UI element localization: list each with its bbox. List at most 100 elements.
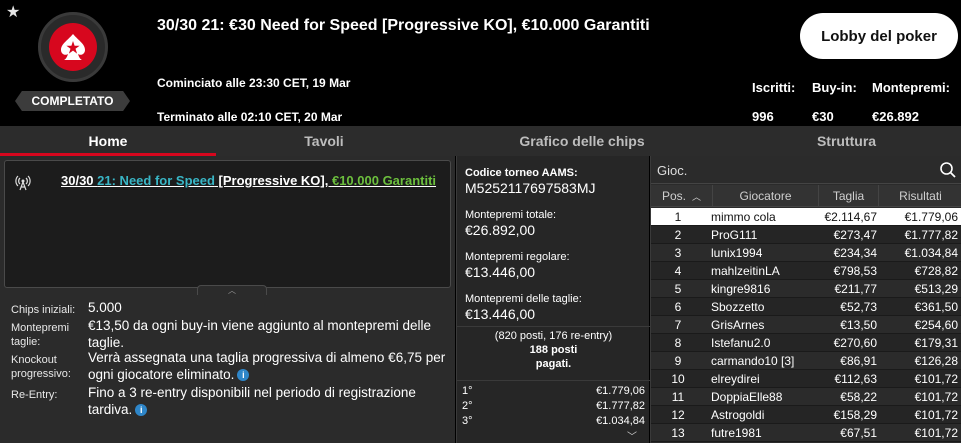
home-info-panel: 30/30 21: Need for Speed [Progressive KO… [0,156,455,443]
cell-bounty: €58,22 [840,390,877,404]
table-row[interactable]: 12 Astrogoldi €158,29 €101,72 [651,406,961,424]
cell-position: 2 [674,228,682,242]
cell-player: mahlzeitinLA [711,264,780,278]
collapse-handle[interactable]: ︿ [197,285,267,295]
cell-bounty: €211,77 [834,282,878,296]
prize-panel: Codice torneo AAMS: M5252117697583MJ Mon… [456,156,650,443]
places-paid: (820 posti, 176 re-entry) 188 posti paga… [494,330,613,370]
payout-row: 1° €1.779,06 [462,385,645,397]
favorite-star-icon[interactable]: ★ [6,5,20,21]
cell-player: mimmo cola [711,210,776,224]
cell-position: 12 [671,408,685,422]
table-row[interactable]: 2 ProG111 €273,47 €1.777,82 [651,226,961,244]
chevron-up-icon: ︿ [228,285,236,295]
cell-result: €1.777,82 [904,228,958,242]
table-row[interactable]: 6 Sbozzetto €52,73 €361,50 [651,298,961,316]
cell-bounty: €86,91 [840,354,877,368]
cell-player: GrisArnes [711,318,765,332]
spade-star-icon [61,34,85,60]
total-prize-value: €26.892,00 [465,222,536,238]
regular-prize-value: €13.446,00 [465,264,536,280]
table-row[interactable]: 13 futre1981 €67,51 €101,72 [651,424,961,442]
buyin-label: Buy-in: [812,80,857,95]
players-panel: Pos.︿ Giocatore Taglia Risultati 1 mimmo … [650,156,961,443]
tab-structure[interactable]: Struttura [732,126,961,156]
bounty-value: €13,50 da ogni buy-in viene aggiunto al … [88,318,431,350]
lobby-button[interactable]: Lobby del poker [800,13,958,59]
cell-position: 5 [674,282,682,296]
total-prize-label: Montepremi totale: [465,209,557,221]
pokerstars-logo [38,12,108,82]
cell-position: 11 [671,390,685,404]
table-row[interactable]: 8 Istefanu2.0 €270,60 €179,31 [651,334,961,352]
chevron-down-icon[interactable]: ﹀ [627,428,637,443]
table-row[interactable]: 11 DoppiaElle88 €58,22 €101,72 [651,388,961,406]
table-row[interactable]: 5 kingre9816 €211,77 €513,29 [651,280,961,298]
tab-tables[interactable]: Tavoli [216,126,432,156]
cell-position: 1 [674,210,682,224]
cell-position: 8 [674,336,682,350]
cell-position: 3 [674,246,682,260]
start-time: Cominciato alle 23:30 CET, 19 Mar [157,76,351,90]
cell-player: futre1981 [711,426,762,440]
aams-code-label: Codice torneo AAMS: [465,167,578,179]
cell-result: €254,60 [914,318,958,332]
tournament-header: ★ COMPLETATO 30/30 21: €30 Need for Spee… [0,0,961,126]
status-badge: COMPLETATO [15,91,130,111]
bounty-prize-value: €13.446,00 [465,306,536,322]
aams-code-value: M5252117697583MJ [465,180,596,196]
table-row[interactable]: 3 lunix1994 €234,34 €1.034,84 [651,244,961,262]
cell-player: Sbozzetto [711,300,765,314]
chips-label: Chips iniziali: [11,304,76,316]
cell-player: kingre9816 [711,282,771,296]
cell-result: €179,31 [914,336,958,350]
cell-result: €101,72 [914,408,958,422]
table-row[interactable]: 1 mimmo cola €2.114,67 €1.779,06 [651,208,961,226]
player-search-bar [651,156,961,184]
entrants-value: 996 [752,109,774,124]
cell-bounty: €67,51 [840,426,877,440]
cell-player: ProG111 [711,228,758,242]
cell-result: €1.034,84 [904,246,958,260]
cell-position: 13 [671,426,685,440]
prize-label: Montepremi: [872,80,950,95]
reentry-label: Re-Entry: [11,389,58,401]
cell-position: 6 [674,300,682,314]
cell-result: €101,72 [914,372,958,386]
col-position[interactable]: Pos. ︿ [651,185,713,207]
cell-bounty: €234,34 [833,246,877,260]
cell-position: 10 [671,372,685,386]
table-row[interactable]: 7 GrisArnes €13,50 €254,60 [651,316,961,334]
tab-home[interactable]: Home [0,126,216,156]
cell-bounty: €2.114,67 [824,210,878,224]
cell-result: €361,50 [914,300,958,314]
col-player[interactable]: Giocatore [713,185,819,207]
info-icon[interactable]: i [135,404,148,417]
cell-result: €513,29 [914,282,958,296]
end-time: Terminato alle 02:10 CET, 20 Mar [157,110,343,124]
ko-label: Knockout progressivo: [11,354,71,380]
bounty-prize-label: Montepremi delle taglie: [465,293,582,305]
tournament-link[interactable]: 30/30 21: Need for Speed [Progressive KO… [61,173,436,188]
player-search-input[interactable] [657,160,927,180]
cell-result: €728,82 [914,264,958,278]
tab-chip-graph[interactable]: Grafico delle chips [432,126,732,156]
payout-row: 2° €1.777,82 [462,400,645,412]
cell-bounty: €52,73 [840,300,877,314]
divider [457,326,650,327]
table-row[interactable]: 10 elreydirei €112,63 €101,72 [651,370,961,388]
cell-player: lunix1994 [711,246,763,260]
cell-bounty: €158,29 [833,408,877,422]
cell-player: DoppiaElle88 [711,390,783,404]
bounty-label: Montepremi taglie: [11,322,70,348]
cell-bounty: €270,60 [833,336,877,350]
search-icon[interactable] [939,161,957,179]
reentry-value: Fino a 3 re-entry disponibili nel period… [88,385,416,417]
chips-value: 5.000 [88,300,122,315]
broadcast-icon [15,175,31,191]
info-icon[interactable]: i [237,369,250,382]
col-bounty[interactable]: Taglia [819,185,879,207]
table-row[interactable]: 9 carmando10 [3] €86,91 €126,28 [651,352,961,370]
table-row[interactable]: 4 mahlzeitinLA €798,53 €728,82 [651,262,961,280]
col-result[interactable]: Risultati [879,185,961,207]
